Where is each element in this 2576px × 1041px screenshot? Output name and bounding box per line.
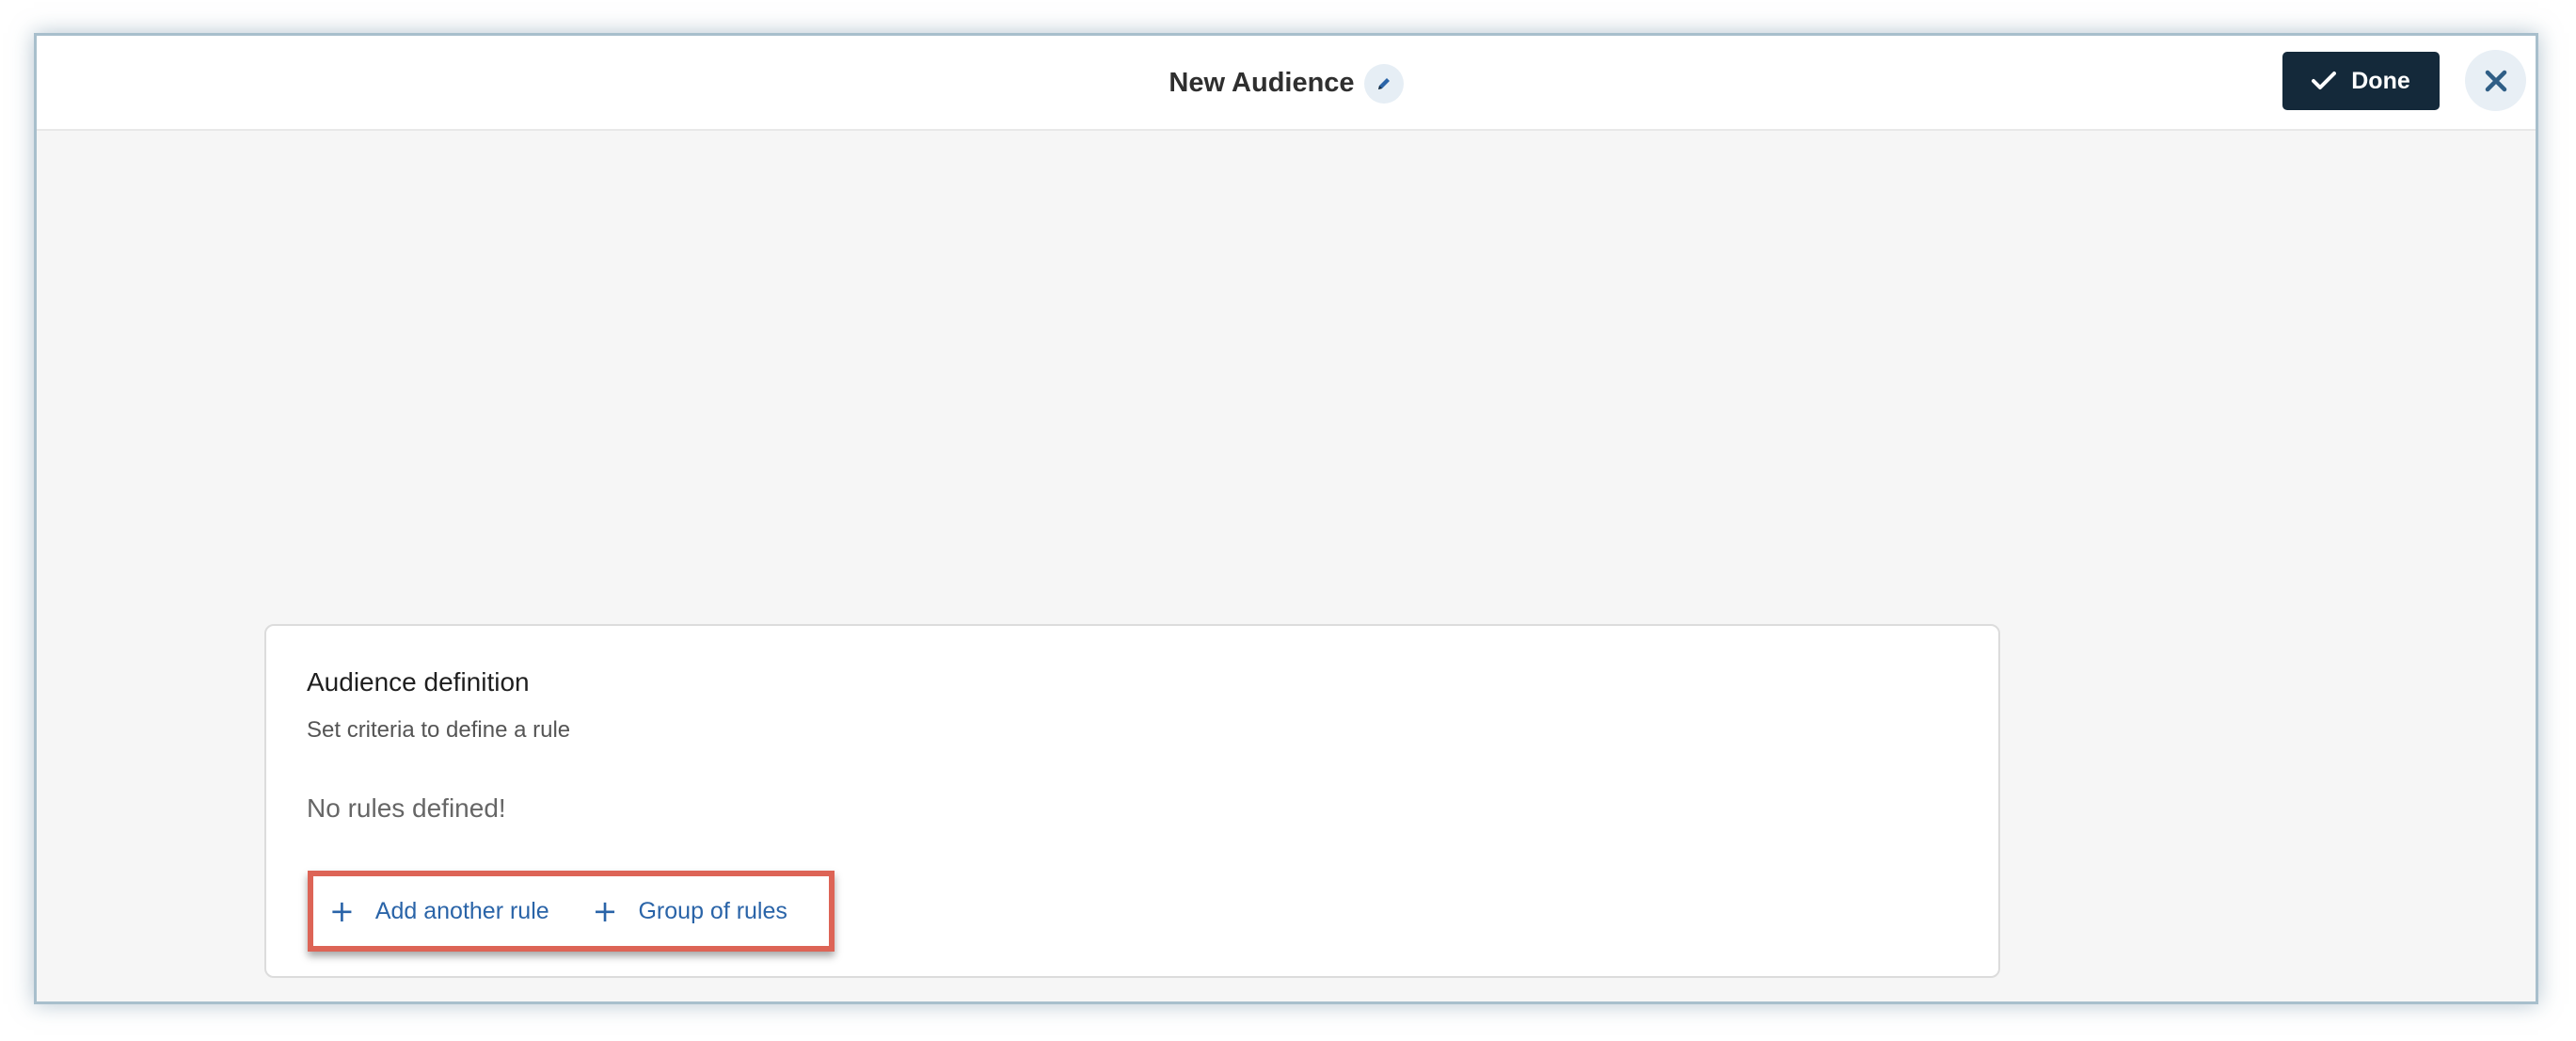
page-title: New Audience — [1169, 68, 1355, 98]
pencil-icon — [1377, 77, 1390, 89]
edit-title-button[interactable] — [1363, 63, 1404, 104]
card-title: Audience definition — [307, 667, 530, 697]
close-icon — [2485, 70, 2506, 91]
group-of-rules-label: Group of rules — [638, 897, 787, 924]
group-of-rules-button[interactable]: + Group of rules — [593, 896, 787, 926]
done-button[interactable]: Done — [2282, 52, 2440, 110]
rule-actions-highlight: + Add another rule + Group of rules — [308, 871, 835, 952]
add-another-rule-button[interactable]: + Add another rule — [329, 896, 549, 926]
title-group: New Audience — [37, 36, 2536, 131]
plus-icon: + — [329, 893, 355, 929]
card-subtitle: Set criteria to define a rule — [307, 717, 571, 743]
checkmark-icon — [2312, 72, 2337, 89]
plus-icon: + — [592, 893, 618, 929]
audience-modal: New Audience Done Audience definition Se… — [34, 33, 2538, 1004]
modal-header: New Audience Done — [37, 36, 2536, 131]
audience-definition-card: Audience definition Set criteria to defi… — [264, 624, 2000, 978]
close-button[interactable] — [2465, 50, 2526, 111]
done-button-label: Done — [2351, 67, 2410, 94]
empty-rules-message: No rules defined! — [307, 793, 506, 823]
add-another-rule-label: Add another rule — [374, 897, 549, 924]
